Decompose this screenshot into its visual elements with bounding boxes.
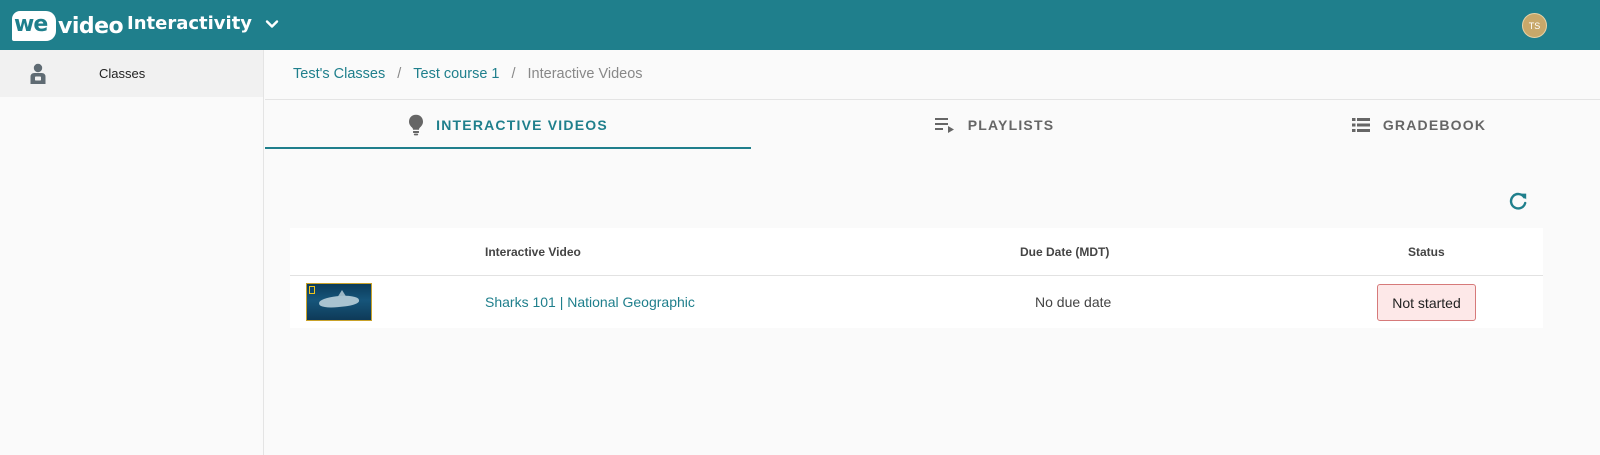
column-header-status[interactable]: Status bbox=[1408, 245, 1445, 259]
logo-video-text: video bbox=[58, 13, 124, 39]
tab-label: PLAYLISTS bbox=[967, 117, 1055, 133]
column-header-due-date[interactable]: Due Date (MDT) bbox=[1020, 245, 1109, 259]
tab-label: GRADEBOOK bbox=[1382, 117, 1487, 133]
student-icon bbox=[30, 63, 46, 84]
main-content: Test's Classes / Test course 1 / Interac… bbox=[265, 50, 1600, 455]
avatar[interactable]: TS bbox=[1522, 13, 1547, 38]
top-app-bar: we video Interactivity TS bbox=[0, 0, 1600, 50]
video-table: Interactive Video Due Date (MDT) Status … bbox=[290, 228, 1543, 328]
table-row[interactable]: Sharks 101 | National Geographic No due … bbox=[290, 276, 1543, 328]
logo-we-badge: we bbox=[10, 9, 56, 43]
video-thumbnail[interactable] bbox=[306, 283, 372, 321]
sidebar-item-label: Classes bbox=[99, 66, 146, 81]
lightbulb-icon bbox=[409, 114, 424, 136]
breadcrumb-link-course[interactable]: Test course 1 bbox=[413, 66, 499, 82]
video-title-link[interactable]: Sharks 101 | National Geographic bbox=[485, 294, 695, 310]
nat-geo-logo-icon bbox=[309, 286, 315, 294]
breadcrumb-separator: / bbox=[511, 66, 516, 82]
due-date: No due date bbox=[1035, 294, 1112, 310]
sidebar: Classes bbox=[0, 50, 264, 455]
tab-gradebook[interactable]: GRADEBOOK bbox=[1237, 100, 1600, 150]
tab-interactive-videos[interactable]: INTERACTIVE VIDEOS bbox=[265, 100, 751, 150]
breadcrumb-current: Interactive Videos bbox=[527, 66, 643, 82]
tab-label: INTERACTIVE VIDEOS bbox=[436, 117, 608, 133]
breadcrumb-separator: / bbox=[397, 66, 402, 82]
wevideo-logo[interactable]: we video bbox=[10, 7, 124, 45]
table-header: Interactive Video Due Date (MDT) Status bbox=[290, 228, 1543, 276]
breadcrumb-link-classes[interactable]: Test's Classes bbox=[293, 66, 385, 82]
app-switcher[interactable]: Interactivity bbox=[127, 13, 280, 34]
app-title: Interactivity bbox=[127, 13, 253, 34]
column-header-video[interactable]: Interactive Video bbox=[485, 245, 581, 259]
breadcrumb: Test's Classes / Test course 1 / Interac… bbox=[293, 66, 643, 82]
status-badge: Not started bbox=[1377, 284, 1476, 321]
refresh-icon bbox=[1509, 192, 1527, 210]
playlist-icon bbox=[934, 118, 954, 133]
chevron-down-icon bbox=[265, 19, 279, 28]
list-icon bbox=[1351, 118, 1370, 132]
logo-we-text: we bbox=[14, 12, 48, 37]
refresh-button[interactable] bbox=[1506, 190, 1530, 214]
active-tab-indicator bbox=[265, 147, 751, 149]
tab-playlists[interactable]: PLAYLISTS bbox=[751, 100, 1237, 150]
tab-bar: INTERACTIVE VIDEOS PLAYLISTS GRADEBOOK bbox=[265, 100, 1600, 150]
sidebar-item-classes[interactable]: Classes bbox=[0, 50, 263, 97]
